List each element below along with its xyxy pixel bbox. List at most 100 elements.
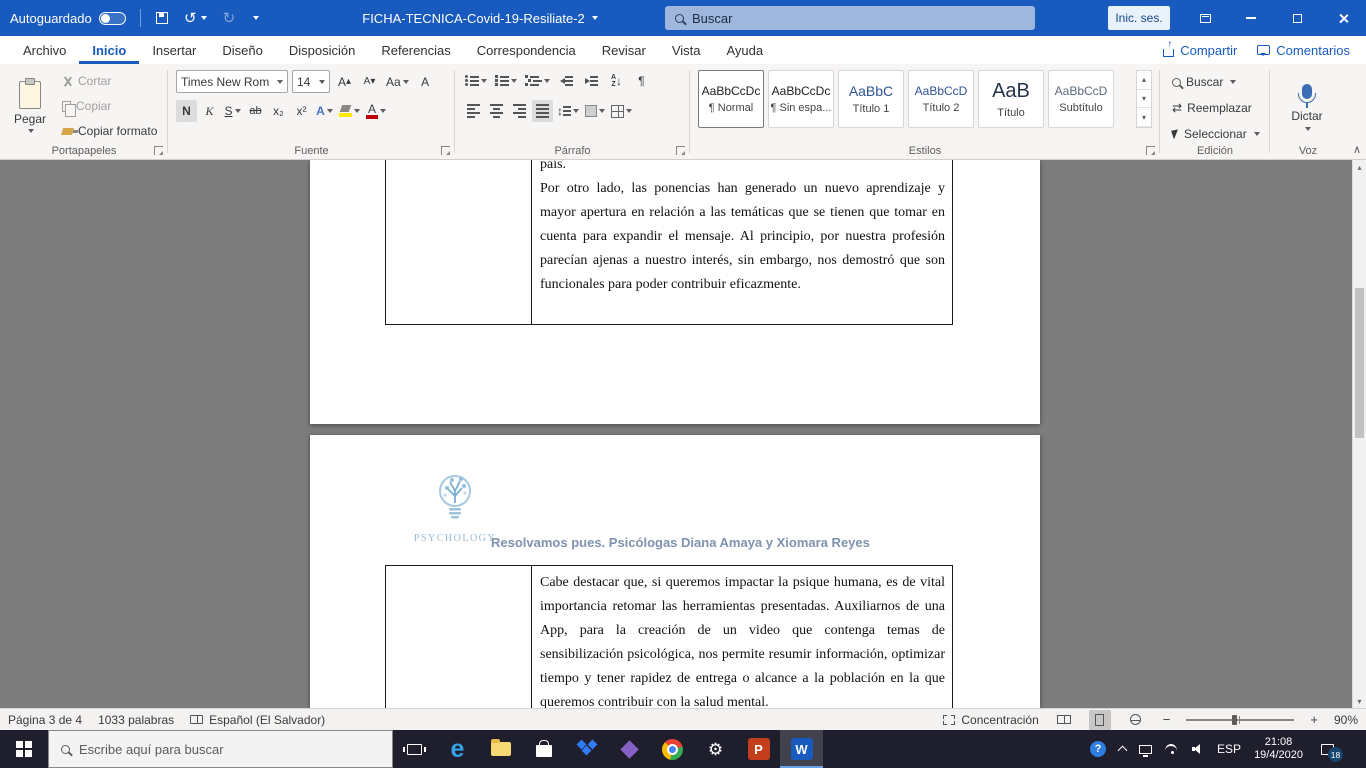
- taskbar-search-box[interactable]: Escribe aquí para buscar: [48, 730, 393, 768]
- show-paragraph-marks-button[interactable]: ¶: [631, 70, 652, 92]
- table-cell-text[interactable]: Cabe destacar que, si queremos impactar …: [532, 571, 953, 708]
- focus-mode-button[interactable]: Concentración: [943, 713, 1039, 727]
- zoom-out-button[interactable]: −: [1161, 712, 1173, 727]
- document-canvas[interactable]: país. Por otro lado, las ponencias han g…: [0, 160, 1366, 708]
- action-center-button[interactable]: 18: [1316, 738, 1343, 762]
- wifi-icon[interactable]: [1165, 744, 1179, 754]
- collapse-ribbon-button[interactable]: ∧: [1353, 143, 1361, 156]
- decrease-indent-button[interactable]: [556, 70, 577, 92]
- align-right-button[interactable]: [509, 100, 530, 122]
- scrollbar-thumb[interactable]: [1355, 288, 1364, 438]
- bold-button[interactable]: N: [176, 100, 197, 122]
- purple-app-button[interactable]: [608, 730, 651, 768]
- powerpoint-button[interactable]: P: [737, 730, 780, 768]
- cut-button[interactable]: Cortar: [58, 70, 161, 92]
- font-size-select[interactable]: 14: [292, 70, 330, 93]
- borders-button[interactable]: [609, 100, 634, 122]
- style-title[interactable]: AaB Título: [978, 70, 1044, 128]
- micros​oft-store-button[interactable]: [522, 730, 565, 768]
- comments-button[interactable]: Comentarios: [1257, 43, 1350, 58]
- italic-button[interactable]: K: [199, 100, 220, 122]
- paste-button[interactable]: Pegar: [6, 69, 54, 145]
- microsoft-search-box[interactable]: Buscar: [665, 6, 1035, 30]
- show-hidden-icons-chevron[interactable]: [1117, 745, 1128, 756]
- keyboard-language[interactable]: ESP: [1217, 742, 1241, 756]
- increase-indent-button[interactable]: [581, 70, 602, 92]
- align-left-button[interactable]: [463, 100, 484, 122]
- highlight-color-button[interactable]: [337, 100, 362, 122]
- dictate-button[interactable]: Dictar: [1282, 69, 1332, 145]
- tab-referencias[interactable]: Referencias: [368, 36, 463, 64]
- customize-quick-access-button[interactable]: [243, 0, 267, 36]
- tab-insertar[interactable]: Insertar: [139, 36, 209, 64]
- grow-font-button[interactable]: A ▴: [334, 71, 355, 93]
- sign-in-button[interactable]: Inic. ses.: [1108, 6, 1170, 30]
- autosave-toggle[interactable]: [98, 11, 126, 25]
- style-subtitle[interactable]: AaBbCcD Subtítulo: [1048, 70, 1114, 128]
- close-button[interactable]: [1320, 0, 1366, 36]
- ribbon-display-options-button[interactable]: [1182, 0, 1228, 36]
- tab-correspondencia[interactable]: Correspondencia: [464, 36, 589, 64]
- styles-scroll-down-button[interactable]: ▾: [1137, 90, 1151, 109]
- task-view-button[interactable]: [393, 730, 436, 768]
- tab-disposicion[interactable]: Disposición: [276, 36, 368, 64]
- align-center-button[interactable]: [486, 100, 507, 122]
- style-heading2[interactable]: AaBbCcD Título 2: [908, 70, 974, 128]
- taskbar-clock[interactable]: 21:08 19/4/2020: [1254, 736, 1303, 762]
- font-color-button[interactable]: A: [364, 100, 388, 122]
- justify-button[interactable]: [532, 100, 553, 122]
- print-layout-button[interactable]: [1088, 709, 1111, 730]
- file-explorer-button[interactable]: [479, 730, 522, 768]
- help-icon[interactable]: ?: [1090, 741, 1107, 757]
- start-button[interactable]: [0, 730, 48, 768]
- document-page-2[interactable]: país. Por otro lado, las ponencias han g…: [310, 160, 1040, 424]
- edge-button[interactable]: e: [436, 730, 479, 768]
- multilevel-list-button[interactable]: [523, 70, 552, 92]
- web-layout-button[interactable]: [1125, 710, 1147, 730]
- tab-inicio[interactable]: Inicio: [79, 36, 139, 64]
- redo-button[interactable]: ↻: [215, 0, 244, 36]
- line-spacing-button[interactable]: ↕: [555, 100, 581, 122]
- read-mode-button[interactable]: [1053, 710, 1075, 730]
- clear-formatting-button[interactable]: A: [415, 71, 436, 93]
- save-button[interactable]: [148, 0, 176, 36]
- bullets-button[interactable]: [463, 70, 489, 92]
- style-no-spacing[interactable]: AaBbCcDc ¶ Sin espa...: [768, 70, 834, 128]
- copy-button[interactable]: Copiar: [58, 95, 161, 117]
- document-heading[interactable]: Resolvamos pues. Psicólogas Diana Amaya …: [491, 535, 870, 550]
- styles-more-button[interactable]: ▾: [1137, 108, 1151, 128]
- document-title[interactable]: FICHA-TECNICA-Covid-19-Resiliate-2: [340, 0, 620, 36]
- maximize-button[interactable]: [1274, 0, 1320, 36]
- share-button[interactable]: ↑ Compartir: [1163, 39, 1237, 58]
- style-normal[interactable]: AaBbCcDc ¶ Normal: [698, 70, 764, 128]
- tab-diseno[interactable]: Diseño: [209, 36, 275, 64]
- settings-button[interactable]: ⚙: [694, 730, 737, 768]
- change-case-button[interactable]: Aa: [384, 71, 411, 93]
- underline-button[interactable]: S: [222, 100, 243, 122]
- subscript-button[interactable]: x₂: [268, 100, 289, 122]
- autosave-control[interactable]: Autoguardado: [10, 0, 126, 36]
- numbering-button[interactable]: [493, 70, 519, 92]
- tab-ayuda[interactable]: Ayuda: [713, 36, 776, 64]
- font-name-select[interactable]: Times New Rom: [176, 70, 288, 93]
- select-button[interactable]: Seleccionar: [1168, 123, 1264, 145]
- undo-button[interactable]: ↺: [176, 0, 215, 36]
- scroll-down-button[interactable]: ▾: [1353, 694, 1366, 708]
- strikethrough-button[interactable]: ab: [245, 100, 266, 122]
- tab-revisar[interactable]: Revisar: [589, 36, 659, 64]
- language-status[interactable]: Español (El Salvador): [190, 713, 325, 727]
- dropbox-button[interactable]: [565, 730, 608, 768]
- tab-vista[interactable]: Vista: [659, 36, 714, 64]
- superscript-button[interactable]: x²: [291, 100, 312, 122]
- word-button[interactable]: W: [780, 730, 823, 768]
- zoom-slider-thumb[interactable]: [1232, 714, 1238, 725]
- table-cell-text[interactable]: país. Por otro lado, las ponencias han g…: [532, 160, 953, 297]
- format-painter-button[interactable]: Copiar formato: [58, 120, 161, 142]
- zoom-percentage[interactable]: 90%: [1334, 713, 1358, 727]
- styles-scroll-up-button[interactable]: ▴: [1137, 71, 1151, 90]
- replace-button[interactable]: ⇄ Reemplazar: [1168, 97, 1264, 119]
- network-monitor-icon[interactable]: [1139, 744, 1153, 757]
- text-effects-button[interactable]: A: [314, 100, 335, 122]
- word-count-status[interactable]: 1033 palabras: [98, 713, 174, 727]
- page-number-status[interactable]: Página 3 de 4: [8, 713, 82, 727]
